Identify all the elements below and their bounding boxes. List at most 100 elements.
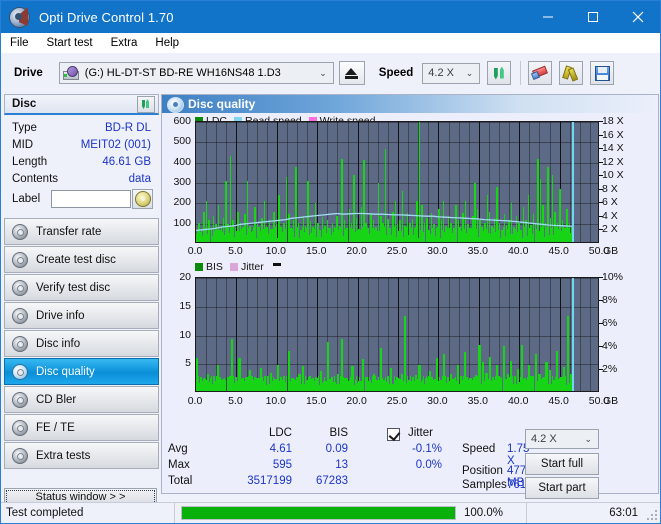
menu-extra[interactable]: Extra bbox=[102, 33, 147, 53]
menu-start-test[interactable]: Start test bbox=[38, 33, 102, 53]
x-tick: 30.0 bbox=[427, 245, 448, 257]
x-tick: 10.0 bbox=[265, 395, 287, 407]
chevron-down-icon: ⌄ bbox=[584, 433, 592, 444]
y2-tick: 6 X bbox=[602, 196, 618, 209]
panel-header: Disc quality bbox=[162, 95, 658, 113]
bis-plot-area[interactable] bbox=[195, 277, 599, 392]
start-part-button[interactable]: Start part bbox=[525, 477, 599, 499]
menu-file[interactable]: File bbox=[1, 33, 38, 53]
disc-icon bbox=[11, 447, 28, 464]
y-tick: 5 bbox=[185, 357, 191, 370]
result-speed-label: Speed bbox=[462, 443, 496, 455]
sidebar-item-label: Drive info bbox=[36, 309, 85, 322]
eject-icon bbox=[345, 67, 359, 79]
status-bar: Test completed 100.0% 63:01 bbox=[1, 502, 660, 523]
menu-help-label: Help bbox=[155, 37, 180, 49]
app-window: Opti Drive Control 1.70 File Start test … bbox=[0, 0, 661, 524]
disc-label-input[interactable] bbox=[51, 190, 131, 208]
x-tick: 40.0 bbox=[507, 245, 529, 257]
x-tick: 10.0 bbox=[265, 245, 287, 257]
jitter-checkbox[interactable] bbox=[387, 428, 400, 441]
save-button[interactable] bbox=[590, 61, 615, 85]
ldc-plot-area[interactable] bbox=[195, 121, 599, 243]
sidebar-item-disc-info[interactable]: Disc info bbox=[4, 330, 159, 357]
sidebar-item-cd-bler[interactable]: CD Bler bbox=[4, 386, 159, 413]
x-tick: 20.0 bbox=[346, 395, 367, 407]
y-tick: 20 bbox=[179, 271, 191, 283]
sidebar-item-verify-test-disc[interactable]: Verify test disc bbox=[4, 274, 159, 301]
ldc-chart[interactable]: 100 200 300 400 500 600 2 X4 X6 X8 X 10 X 12 X1… bbox=[162, 115, 660, 259]
bis-chart[interactable]: 5 10 15 20 2% 4% 6% 8% 10% bbox=[162, 271, 660, 405]
sidebar-item-create-test-disc[interactable]: Create test disc bbox=[4, 246, 159, 273]
y2-tick: 10 X bbox=[602, 169, 624, 182]
stats-total-ldc: 3517199 bbox=[247, 475, 292, 487]
disc-label-icon bbox=[134, 191, 151, 207]
disc-info-list: Type BD-R DL MID MEIT02 (001) Length 46.… bbox=[4, 115, 159, 210]
result-samples-label: Samples bbox=[462, 479, 507, 491]
minimize-icon[interactable] bbox=[525, 1, 570, 33]
x-tick: 0.0 bbox=[187, 245, 203, 257]
x-tick: 5.0 bbox=[228, 395, 243, 407]
y-tick: 500 bbox=[173, 135, 191, 148]
y2-tick: 8 X bbox=[602, 182, 618, 195]
refresh-button[interactable] bbox=[487, 61, 512, 85]
disc-icon bbox=[8, 6, 30, 28]
y2-tick: 4 X bbox=[602, 209, 618, 222]
sidebar-item-transfer-rate[interactable]: Transfer rate bbox=[4, 218, 159, 245]
start-full-button[interactable]: Start full bbox=[525, 453, 599, 475]
x-tick: 35.0 bbox=[467, 395, 489, 407]
close-icon[interactable] bbox=[615, 1, 660, 33]
x-tick: 45.0 bbox=[548, 245, 569, 257]
stats-max-ldc: 595 bbox=[272, 459, 292, 471]
legend-label-bis: BIS bbox=[206, 261, 223, 273]
eject-button[interactable] bbox=[338, 61, 365, 85]
window-title: Opti Drive Control 1.70 bbox=[39, 9, 174, 25]
y2-tick: 8% bbox=[602, 294, 618, 306]
x-tick: 25.0 bbox=[386, 395, 408, 407]
disc-refresh-button[interactable] bbox=[137, 95, 155, 113]
x-tick: 15.0 bbox=[305, 395, 327, 407]
sidebar-item-extra-tests[interactable]: Extra tests bbox=[4, 442, 159, 469]
drive-select-value: (G:) HL-DT-ST BD-RE WH16NS48 1.D3 bbox=[84, 67, 281, 79]
refresh-icon bbox=[492, 66, 507, 81]
tools-button[interactable] bbox=[559, 61, 584, 85]
y2-tick: 12 X bbox=[602, 155, 624, 168]
stats-max-jitter: 0.0% bbox=[415, 459, 442, 471]
speed-select[interactable]: 4.2 X ⌄ bbox=[422, 62, 481, 84]
start-full-label: Start full bbox=[540, 458, 584, 470]
menu-help[interactable]: Help bbox=[146, 33, 188, 53]
position-cursor bbox=[571, 278, 574, 391]
drive-select[interactable]: (G:) HL-DT-ST BD-RE WH16NS48 1.D3 ⌄ bbox=[58, 62, 334, 84]
y-tick: 300 bbox=[173, 176, 191, 188]
sidebar-item-disc-quality[interactable]: Disc quality bbox=[4, 358, 159, 385]
jitter-label: Jitter bbox=[408, 427, 433, 439]
status-divider bbox=[174, 503, 175, 523]
disc-mid-value: MEIT02 (001) bbox=[80, 138, 151, 151]
result-speed-select[interactable]: 4.2 X ⌄ bbox=[525, 429, 599, 449]
progress-fill bbox=[182, 507, 455, 519]
stats-col-ldc: LDC bbox=[268, 427, 292, 439]
y-tick: 15 bbox=[179, 299, 191, 312]
x-axis-unit: GB bbox=[603, 395, 619, 407]
sidebar-item-label: FE / TE bbox=[36, 421, 75, 434]
sidebar-item-fe-te[interactable]: FE / TE bbox=[4, 414, 159, 441]
tools-icon bbox=[562, 64, 579, 82]
disc-label-button[interactable] bbox=[132, 189, 153, 209]
sidebar-item-label: Transfer rate bbox=[36, 225, 102, 238]
sidebar-item-drive-info[interactable]: Drive info bbox=[4, 302, 159, 329]
y2-tick: 2 X bbox=[602, 223, 618, 236]
result-position-label: Position bbox=[462, 465, 503, 477]
maximize-icon[interactable] bbox=[570, 1, 615, 33]
page-title: Disc quality bbox=[188, 97, 256, 111]
menu-file-label: File bbox=[10, 37, 29, 49]
refresh-icon bbox=[140, 98, 152, 110]
speed-select-value: 4.2 X bbox=[428, 67, 454, 79]
y2-tick: 18 X bbox=[602, 115, 624, 127]
erase-icon bbox=[531, 65, 549, 81]
y2-tick: 10% bbox=[602, 271, 624, 283]
disc-length-value: 46.61 GB bbox=[102, 155, 151, 168]
disc-info-row: Length 46.61 GB bbox=[4, 153, 159, 170]
progress-percent: 100.0% bbox=[464, 507, 504, 519]
resize-grip-icon[interactable] bbox=[647, 510, 657, 520]
erase-button[interactable] bbox=[528, 61, 553, 85]
